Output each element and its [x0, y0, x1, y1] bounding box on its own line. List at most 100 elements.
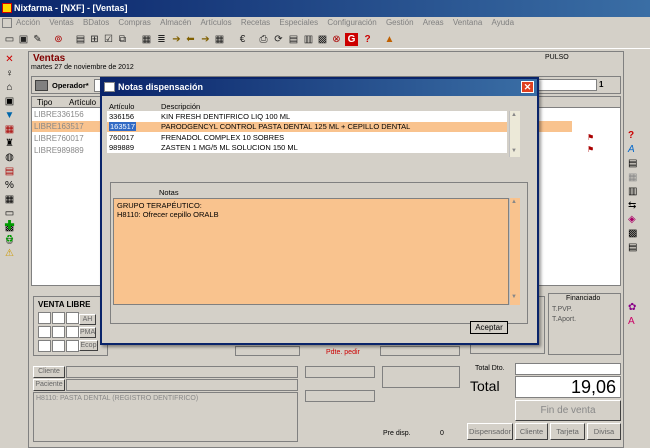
divisa-button[interactable]: Divisa	[587, 423, 621, 440]
paciente-input[interactable]	[66, 379, 298, 391]
grid-cell-box[interactable]	[52, 340, 65, 352]
calc-icon[interactable]: ▦	[628, 172, 637, 183]
tool-icon[interactable]: ▩	[628, 228, 637, 239]
grid-cell-box[interactable]	[38, 326, 51, 338]
menu-accion[interactable]: Acción	[16, 18, 40, 27]
arrow-right-icon[interactable]: ➔	[170, 33, 183, 46]
paciente-field-button[interactable]: Paciente	[33, 379, 65, 391]
scroll-up-icon[interactable]: ▲	[511, 112, 517, 118]
print-icon[interactable]: ⎙	[257, 33, 270, 46]
cart-icon[interactable]: ⊗	[330, 33, 343, 46]
menu-compras[interactable]: Compras	[118, 18, 150, 27]
note-flag-icon[interactable]: ⚑	[587, 145, 594, 154]
menu-areas[interactable]: Areas	[423, 18, 444, 27]
menu-gestion[interactable]: Gestión	[386, 18, 414, 27]
euro-icon[interactable]: €	[236, 33, 249, 46]
box-icon[interactable]: ▦	[3, 193, 16, 206]
chart-icon[interactable]: ▥	[628, 186, 637, 197]
grid-cell-box[interactable]	[52, 326, 65, 338]
menu-bdatos[interactable]: BDatos	[83, 18, 109, 27]
menu-configuracion[interactable]: Configuración	[327, 18, 376, 27]
cliente-button[interactable]: Cliente	[515, 423, 548, 440]
calendar-icon[interactable]: ▦	[3, 123, 16, 136]
disk-icon[interactable]: ▥	[302, 33, 315, 46]
g-icon[interactable]: G	[345, 33, 358, 46]
close-sale-icon[interactable]: ✕	[3, 53, 16, 66]
toolbox-icon[interactable]: ▲	[383, 33, 396, 46]
menu-articulos[interactable]: Artículos	[200, 18, 231, 27]
refresh-icon[interactable]: ⟳	[272, 33, 285, 46]
ticket-icon[interactable]: ▤	[3, 165, 16, 178]
home-icon[interactable]: ⌂	[3, 81, 16, 94]
person-icon[interactable]: ♀	[3, 67, 16, 80]
edit-icon[interactable]: ✎	[31, 33, 44, 46]
operador-icon[interactable]	[35, 80, 48, 91]
scroll-down-icon[interactable]: ▼	[511, 148, 517, 154]
notes-textarea[interactable]: GRUPO TERAPÉUTICO: H8110: Ofrecer cepill…	[113, 198, 509, 305]
stop-icon[interactable]: ⊚	[52, 33, 65, 46]
font-a2-icon[interactable]: A	[628, 316, 635, 327]
tarjeta-button[interactable]: Tarjeta	[550, 423, 585, 440]
window-menu-icon[interactable]	[2, 18, 12, 28]
help-icon[interactable]: ?	[361, 33, 374, 46]
table-row[interactable]: 163517 PARODGENCYL CONTROL PASTA DENTAL …	[107, 121, 507, 132]
new-doc-icon[interactable]: ▭	[3, 33, 16, 46]
folder-icon[interactable]: ▩	[316, 33, 329, 46]
grid-cell-box[interactable]	[66, 340, 79, 352]
font-a-icon[interactable]: A	[628, 144, 635, 155]
grid-cell-box[interactable]	[52, 312, 65, 324]
menu-ventana[interactable]: Ventana	[453, 18, 482, 27]
table-row[interactable]: 989889 ZASTEN 1 MG/5 ML SOLUCION 150 ML	[107, 143, 507, 154]
menu-ventas[interactable]: Ventas	[49, 18, 73, 27]
ah-button[interactable]: AH	[79, 314, 96, 325]
cliente-input[interactable]	[66, 366, 298, 378]
grid-icon[interactable]: ▦	[213, 33, 226, 46]
pma-button[interactable]: PMA	[79, 327, 96, 338]
arrow-left-icon[interactable]: ⬅	[184, 33, 197, 46]
gift-icon[interactable]: ♜	[3, 137, 16, 150]
recycle-icon[interactable]: ♻	[3, 233, 16, 246]
note-flag-icon[interactable]: ⚑	[587, 133, 594, 142]
close-icon[interactable]: ✕	[521, 81, 534, 93]
swap-icon[interactable]: ⇆	[628, 200, 636, 211]
dispensador-button[interactable]: Dispensador	[467, 423, 513, 440]
aceptar-button[interactable]: Aceptar	[470, 321, 508, 334]
table-row[interactable]: 336156 KIN FRESH DENTIFRICO LIQ 100 ML	[107, 111, 507, 122]
fin-venta-button[interactable]: Fin de venta	[515, 400, 621, 421]
menu-recetas[interactable]: Recetas	[241, 18, 270, 27]
gear-icon[interactable]: ✿	[628, 302, 636, 313]
grid-cell-box[interactable]	[66, 312, 79, 324]
menu-especiales[interactable]: Especiales	[279, 18, 318, 27]
add-icon[interactable]: ✚	[3, 219, 16, 232]
list-icon[interactable]: ≣	[155, 33, 168, 46]
pill-icon[interactable]: ◍	[3, 151, 16, 164]
table-scrollbar[interactable]: ▲ ▼	[509, 111, 520, 157]
percent-icon[interactable]: %	[3, 179, 16, 192]
form-icon[interactable]: ▤	[628, 158, 637, 169]
warning-icon[interactable]: ⚠	[3, 247, 16, 260]
menu-almacen[interactable]: Almacén	[160, 18, 191, 27]
menu-ayuda[interactable]: Ayuda	[492, 18, 515, 27]
save-icon[interactable]: ▣	[17, 33, 30, 46]
checklist-icon[interactable]: ☑	[102, 33, 115, 46]
notes-scrollbar[interactable]: ▲ ▼	[509, 198, 520, 305]
scroll-down-icon[interactable]: ▼	[511, 294, 517, 300]
save-disk-icon[interactable]: ▤	[74, 33, 87, 46]
table-row[interactable]: 760017 FRENADOL COMPLEX 10 SOBRES	[107, 132, 507, 143]
cliente-field-button[interactable]: Cliente	[33, 366, 65, 378]
help-question-icon[interactable]: ?	[628, 130, 634, 141]
grid-cell-box[interactable]	[38, 340, 51, 352]
open-icon[interactable]: ⊞	[88, 33, 101, 46]
scroll-up-icon[interactable]: ▲	[511, 199, 517, 205]
paste-icon[interactable]: ▦	[140, 33, 153, 46]
printer-icon[interactable]: ▣	[3, 95, 16, 108]
table2-icon[interactable]: ▤	[628, 242, 637, 253]
tag-icon[interactable]: ◈	[628, 214, 636, 225]
grid-cell-box[interactable]	[66, 326, 79, 338]
funnel-icon[interactable]: ▼	[3, 109, 16, 122]
table-icon[interactable]: ▤	[287, 33, 300, 46]
operador-combo[interactable]	[537, 79, 597, 91]
ecop-button[interactable]: Ecop	[79, 340, 98, 351]
arrow-forward-icon[interactable]: ➔	[199, 33, 212, 46]
copy-icon[interactable]: ⧉	[116, 33, 129, 46]
